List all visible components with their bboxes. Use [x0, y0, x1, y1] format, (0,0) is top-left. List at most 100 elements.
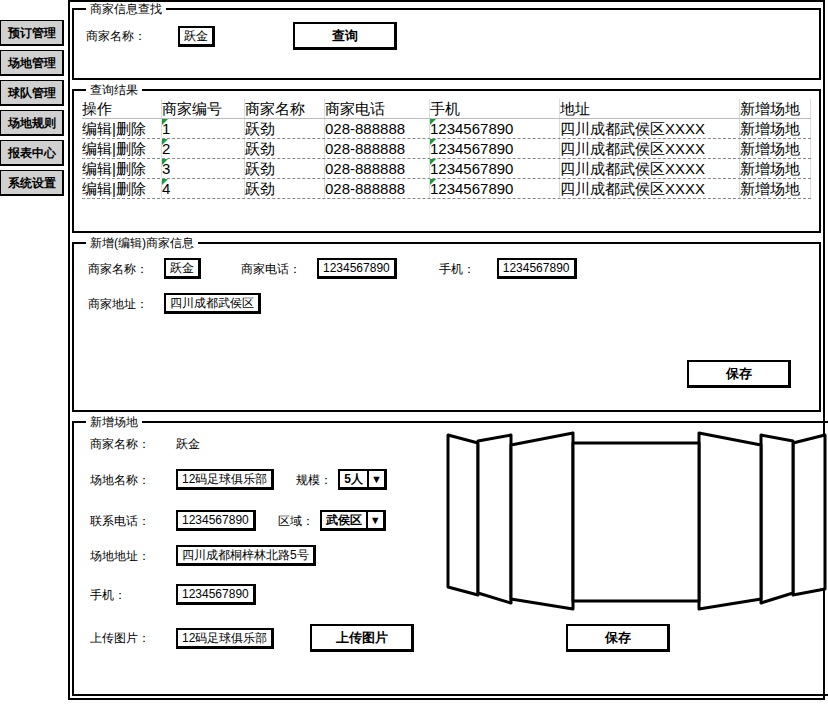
search-input[interactable]: 跃金 — [178, 26, 215, 47]
table-cell: 028-888888 — [325, 139, 430, 158]
table-cell: 028-888888 — [325, 159, 430, 178]
venue-fields: 商家名称：跃金场地名称：12码足球俱乐部规模：5人▼联系电话：123456789… — [90, 429, 440, 614]
dropdown-arrow-icon[interactable]: ▼ — [367, 471, 384, 487]
text-input[interactable]: 1234567890 — [317, 258, 397, 279]
results-table: 操作商家编号商家名称商家电话手机地址新增场地编辑|删除1跃劲028-888888… — [82, 99, 811, 199]
table-cell: 编辑|删除 — [82, 159, 162, 178]
text-input[interactable]: 1234567890 — [176, 584, 256, 605]
table-cell: 四川成都武侯区XXXX — [560, 119, 740, 138]
text-input[interactable]: 12码足球俱乐部 — [176, 469, 274, 490]
save-button[interactable]: 保存 — [687, 360, 791, 388]
column-header: 商家编号 — [162, 99, 245, 118]
form-field: 场地名称：12码足球俱乐部 — [90, 469, 274, 490]
table-cell: 1234567890 — [430, 179, 560, 198]
merchant-form-panel: 新增(编辑)商家信息商家名称：跃金商家电话：1234567890手机：12345… — [72, 236, 821, 412]
table-cell: 新增场地 — [740, 119, 811, 138]
field-label: 场地地址： — [90, 547, 176, 565]
select-input[interactable]: 武侯区▼ — [320, 510, 386, 531]
field-label: 商家名称： — [88, 260, 164, 278]
field-label: 商家名称： — [86, 27, 178, 45]
field-label: 区域： — [278, 512, 314, 530]
table-cell: 1234567890 — [430, 119, 560, 138]
sidebar-item[interactable]: 场地管理 — [0, 50, 64, 76]
flag-icon — [430, 119, 436, 125]
table-cell: 编辑|删除 — [82, 139, 162, 158]
form-field: 商家名称：跃金 — [88, 258, 201, 279]
table-cell: 028-888888 — [325, 179, 430, 198]
flag-icon — [162, 179, 168, 185]
field-label: 上传图片： — [90, 629, 176, 647]
form-field: 商家地址：四川成都武侯区 — [88, 293, 261, 314]
form-field: 场地地址：四川成都桐梓林北路5号 — [90, 545, 316, 566]
field-label: 商家电话： — [241, 260, 317, 278]
search-panel: 商家信息查找商家名称：跃金 查询 — [72, 2, 821, 80]
field-label: 规模： — [296, 471, 332, 489]
field-label: 场地名称： — [90, 471, 176, 489]
app: 预订管理场地管理球队管理场地规则报表中心系统设置 商家信息查找商家名称：跃金 查询查… — [0, 0, 828, 706]
column-header: 商家名称 — [245, 99, 325, 118]
table-cell: 1234567890 — [430, 139, 560, 158]
text-input[interactable]: 1234567890 — [497, 258, 577, 279]
select-input[interactable]: 5人▼ — [338, 469, 387, 490]
sidebar-item[interactable]: 系统设置 — [0, 170, 64, 196]
column-header: 新增场地 — [740, 99, 811, 118]
form-field: 商家电话：1234567890 — [241, 258, 397, 279]
text-input[interactable]: 四川成都桐梓林北路5号 — [176, 545, 316, 566]
table-cell: 编辑|删除 — [82, 119, 162, 138]
table-cell: 1234567890 — [430, 159, 560, 178]
flag-icon — [162, 159, 168, 165]
sidebar-item[interactable]: 场地规则 — [0, 110, 64, 136]
table-cell: 编辑|删除 — [82, 179, 162, 198]
text-input[interactable]: 1234567890 — [176, 510, 256, 531]
table-row[interactable]: 编辑|删除3跃劲028-8888881234567890四川成都武侯区XXXX新… — [82, 159, 811, 179]
save-button[interactable]: 保存 — [566, 624, 670, 652]
sidebar-item[interactable]: 报表中心 — [0, 140, 64, 166]
dropdown-arrow-icon[interactable]: ▼ — [366, 512, 383, 528]
panel-legend: 新增(编辑)商家信息 — [86, 236, 198, 250]
table-header: 操作商家编号商家名称商家电话手机地址新增场地 — [82, 99, 811, 119]
column-header: 操作 — [82, 99, 162, 118]
column-header: 手机 — [430, 99, 560, 118]
table-row[interactable]: 编辑|删除2跃劲028-8888881234567890四川成都武侯区XXXX新… — [82, 139, 811, 159]
table-cell: 新增场地 — [740, 179, 811, 198]
flag-icon — [430, 139, 436, 145]
text-input[interactable]: 四川成都武侯区 — [164, 293, 261, 314]
form-field: 手机：1234567890 — [90, 584, 256, 605]
form-field: 规模： 5人▼ — [296, 469, 387, 490]
field-label: 商家地址： — [88, 295, 164, 313]
table-row[interactable]: 编辑|删除1跃劲028-8888881234567890四川成都武侯区XXXX新… — [82, 119, 811, 139]
table-cell: 新增场地 — [740, 159, 811, 178]
field-label: 联系电话： — [90, 512, 176, 530]
sidebar-item[interactable]: 球队管理 — [0, 80, 64, 106]
image-carousel-icon[interactable] — [445, 429, 828, 614]
table-cell: 1 — [162, 119, 245, 138]
field-label: 手机： — [439, 260, 497, 278]
table-cell: 跃劲 — [245, 119, 325, 138]
field-label: 商家名称： — [90, 435, 176, 453]
flag-icon — [162, 139, 168, 145]
column-header: 地址 — [560, 99, 740, 118]
table-cell: 3 — [162, 159, 245, 178]
field-label: 手机： — [90, 586, 176, 604]
form-field: 商家名称：跃金 — [90, 435, 200, 453]
table-cell: 2 — [162, 139, 245, 158]
table-cell: 四川成都武侯区XXXX — [560, 159, 740, 178]
table-cell: 跃劲 — [245, 159, 325, 178]
text-input[interactable]: 跃金 — [164, 258, 201, 279]
table-cell: 四川成都武侯区XXXX — [560, 139, 740, 158]
table-cell: 新增场地 — [740, 139, 811, 158]
flag-icon — [430, 179, 436, 185]
table-row[interactable]: 编辑|删除4跃劲028-8888881234567890四川成都武侯区XXXX新… — [82, 179, 811, 199]
results-panel: 查询结果操作商家编号商家名称商家电话手机地址新增场地编辑|删除1跃劲028-88… — [72, 83, 821, 233]
panel-legend: 新增场地 — [86, 415, 142, 429]
table-cell: 跃劲 — [245, 179, 325, 198]
panel-legend: 商家信息查找 — [86, 2, 166, 16]
upload-button[interactable]: 上传图片 — [310, 624, 414, 652]
text-input[interactable]: 12码足球俱乐部 — [176, 628, 274, 649]
search-button[interactable]: 查询 — [293, 22, 397, 50]
field-text: 跃金 — [176, 435, 200, 453]
form-field: 手机：1234567890 — [439, 258, 577, 279]
sidebar-item[interactable]: 预订管理 — [0, 20, 64, 46]
table-cell: 028-888888 — [325, 119, 430, 138]
column-header: 商家电话 — [325, 99, 430, 118]
